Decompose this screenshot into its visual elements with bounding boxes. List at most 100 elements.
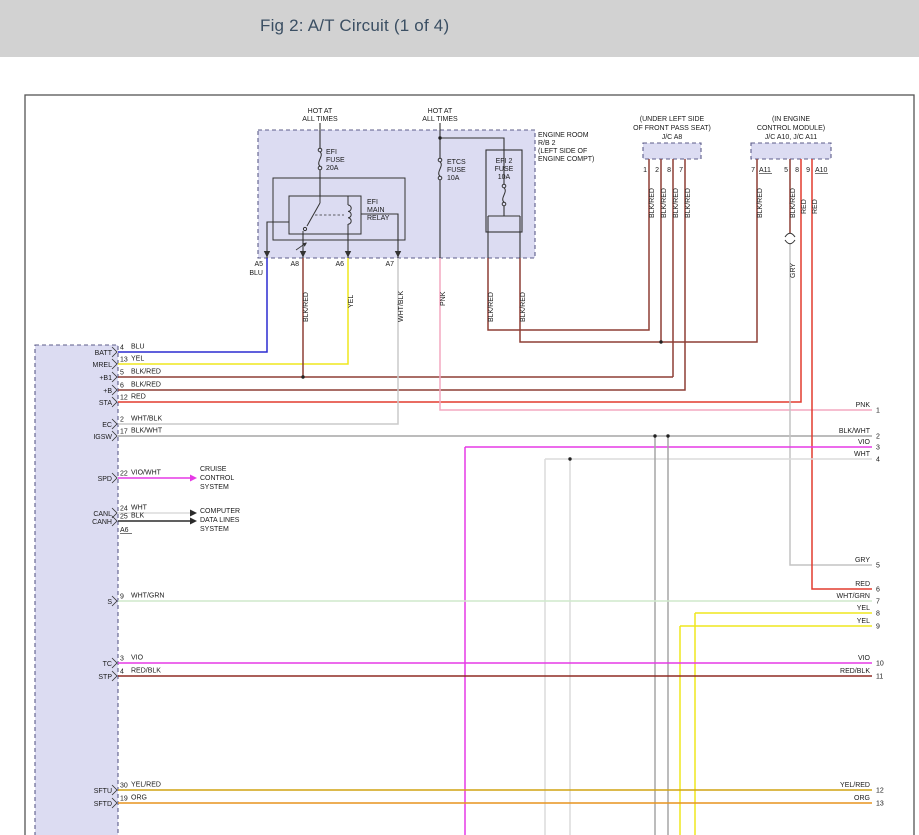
edge-wire-label: YEL/RED [840, 782, 870, 789]
jc-a8-heading: OF FRONT PASS SEAT) [633, 125, 711, 132]
engine-room-label: ENGINE ROOM [538, 132, 589, 139]
junction-dot [653, 434, 656, 437]
ecm-pin-name: STA [99, 400, 112, 407]
efi-fuse-label: 20A [326, 165, 339, 172]
ecm-connector-label: A6 [120, 527, 129, 534]
hot-at-label: ALL TIMES [302, 116, 338, 123]
ecm-jc-connector-box [751, 143, 831, 159]
ecm-wire-label: WHT/GRN [131, 593, 164, 600]
ecm-wire-label: RED [131, 394, 146, 401]
edge-pin-number: 6 [876, 587, 880, 594]
edge-pin-number: 1 [876, 408, 880, 415]
ecm-pin-name: IGSW [93, 434, 112, 441]
jc-a8-pin: 2 [655, 167, 659, 174]
ecm-pin-number: 22 [120, 471, 128, 478]
edge-pin-number: 12 [876, 788, 884, 795]
ecm-pin-name: TC [103, 661, 112, 668]
ecm-pin-number: 4 [120, 345, 124, 352]
ecm-pin-name: SFTD [94, 801, 112, 808]
edge-pin-number: 4 [876, 457, 880, 464]
edge-wire-label: RED [855, 581, 870, 588]
edge-pin-number: 11 [876, 674, 883, 681]
hot-at-label: ALL TIMES [422, 116, 458, 123]
ecm-pin-name: SPD [98, 476, 112, 483]
ecm-wire-label: VIO/WHT [131, 470, 162, 477]
ecm-jc-pin: A11 [759, 167, 771, 174]
ecm-pin-number: 4 [120, 669, 124, 676]
efi2-fuse-label: FUSE [495, 166, 514, 173]
ecm-wire-label: BLK/RED [131, 369, 161, 376]
wire-color-label: BLK/RED [488, 292, 495, 322]
cruise-control-ref: SYSTEM [200, 484, 229, 491]
wire-color-label: BLK/RED [303, 292, 310, 322]
ecm-wire-label: BLK [131, 513, 145, 520]
wire-color-label: BLK/RED [685, 188, 692, 218]
junction-dot [438, 136, 441, 139]
edge-wire-label: ORG [854, 795, 870, 802]
edge-wire-label: VIO [858, 655, 871, 662]
data-lines-ref: COMPUTER [200, 508, 240, 515]
ecm-jc-heading: (IN ENGINE [772, 116, 810, 123]
efi-fuse-label: FUSE [326, 157, 345, 164]
ecm-jc-pin: 8 [795, 167, 799, 174]
connector-pin-label: A7 [385, 261, 394, 268]
ecm-pin-name: CANL [93, 511, 112, 518]
wire-color-label: BLK/RED [790, 188, 797, 218]
engine-room-label: R/B 2 [538, 140, 556, 147]
ecm-pin-name: BATT [95, 350, 113, 357]
junction-dot [659, 340, 662, 343]
wire-color-label: WHT/BLK [398, 291, 405, 322]
hot-at-label: HOT AT [428, 108, 453, 115]
hot-at-label: HOT AT [308, 108, 333, 115]
jc-a8-heading: J/C A8 [662, 134, 683, 141]
ecm-pin-number: 9 [120, 594, 124, 601]
ecm-wire-label: BLK/RED [131, 382, 161, 389]
ecm-jc-heading: CONTROL MODULE) [757, 125, 825, 132]
ecm-wire-label: YEL [131, 356, 144, 363]
ecm-wire-label: BLU [131, 344, 145, 351]
junction-dot [666, 434, 669, 437]
edge-wire-label: YEL [857, 605, 870, 612]
edge-wire-label: WHT/GRN [837, 593, 870, 600]
connector-pin-label: A6 [335, 261, 344, 268]
wire-color-label: BLK/RED [673, 188, 680, 218]
efi-fuse-label: EFI [326, 149, 337, 156]
engine-room-rb2-box [258, 130, 535, 258]
junction-dot [568, 457, 571, 460]
wire-color-label: BLK/RED [661, 188, 668, 218]
ecm-wire-label: WHT/BLK [131, 416, 162, 423]
jc-a8-connector-box [643, 143, 701, 159]
edge-wire-label: GRY [855, 557, 870, 564]
ecm-pin-number: 6 [120, 383, 124, 390]
connector-pin-label: A5 [254, 261, 263, 268]
efi-main-relay-label: EFI [367, 199, 378, 206]
data-lines-ref: DATA LINES [200, 517, 240, 524]
ecm-pin-number: 30 [120, 783, 128, 790]
edge-pin-number: 10 [876, 661, 884, 668]
edge-pin-number: 5 [876, 563, 880, 570]
wire-color-label: BLK/RED [649, 188, 656, 218]
engine-room-label: (LEFT SIDE OF [538, 148, 587, 155]
ecm-pin-name: EC [102, 422, 112, 429]
ecm-pin-number: 2 [120, 417, 124, 424]
ecm-wire-label: RED/BLK [131, 668, 161, 675]
ecm-wire-label: WHT [131, 505, 148, 512]
wire-color-label: GRY [790, 263, 797, 278]
ecm-pin-number: 12 [120, 395, 128, 402]
edge-wire-label: VIO [858, 439, 871, 446]
ecm-pin-number: 17 [120, 429, 128, 436]
ecm-jc-heading: J/C A10, J/C A11 [765, 134, 818, 141]
connector-pin-label: A8 [290, 261, 299, 268]
wire-color-label: BLK/RED [520, 292, 527, 322]
engine-room-label: ENGINE COMPT) [538, 156, 594, 163]
mitchell-wiring-diagram-page: Fig 2: A/T Circuit (1 of 4) BATT4BLUMREL… [0, 0, 919, 835]
etcs-fuse-label: ETCS [447, 159, 466, 166]
ecm-pin-number: 19 [120, 796, 128, 803]
wire-color-label: RED [812, 199, 819, 214]
etcs-fuse-label: 10A [447, 175, 460, 182]
ecm-pin-number: 5 [120, 370, 124, 377]
ecm-wire-label: BLK/WHT [131, 428, 163, 435]
edge-wire-label: BLK/WHT [839, 428, 871, 435]
wire-color-label: BLU [249, 270, 263, 277]
ecm-pin-name: SFTU [94, 788, 112, 795]
